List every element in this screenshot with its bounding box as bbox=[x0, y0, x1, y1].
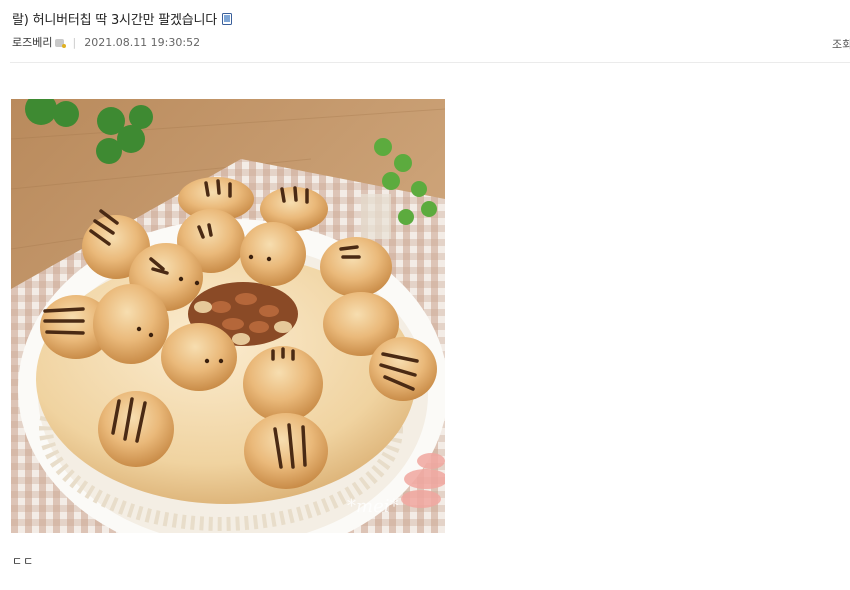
post-body-text: ㄷㄷ bbox=[12, 555, 35, 568]
post-header: 랄) 허니버터칩 딱 3시간만 팔겠습니다 로즈베리 | 2021.08.11 19… bbox=[0, 0, 850, 64]
post-date: 2021.08.11 19:30:52 bbox=[84, 36, 201, 49]
member-level-icon bbox=[55, 39, 67, 48]
mobile-icon bbox=[222, 13, 233, 25]
post-meta: 로즈베리 | 2021.08.11 19:30:52 bbox=[12, 34, 200, 50]
meta-separator: | bbox=[72, 36, 77, 49]
author-name[interactable]: 로즈베리 bbox=[12, 36, 52, 49]
post-title: 랄) 허니버터칩 딱 3시간만 팔겠습니다 bbox=[12, 9, 233, 28]
image-watermark: *mei* bbox=[347, 496, 398, 517]
post-title-text: 랄) 허니버터칩 딱 3시간만 팔겠습니다 bbox=[12, 13, 218, 28]
bread-photo: *mei* bbox=[11, 99, 445, 533]
views-label: 조회 bbox=[832, 38, 850, 51]
post-image[interactable]: *mei* bbox=[11, 99, 445, 533]
header-divider bbox=[10, 62, 850, 63]
